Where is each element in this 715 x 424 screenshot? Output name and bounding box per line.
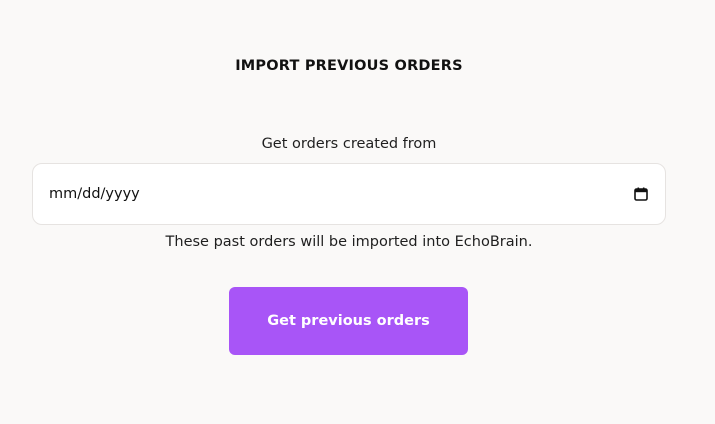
helper-text: These past orders will be imported into … — [165, 234, 533, 250]
import-orders-page: IMPORT PREVIOUS ORDERS Get orders create… — [0, 0, 715, 424]
date-input[interactable]: mm/dd/yyyy — [32, 163, 666, 225]
calendar-icon[interactable] — [633, 186, 649, 202]
date-field-label: Get orders created from — [261, 136, 437, 152]
date-input-placeholder[interactable]: mm/dd/yyyy — [49, 186, 633, 202]
page-title: IMPORT PREVIOUS ORDERS — [235, 58, 463, 74]
get-previous-orders-button[interactable]: Get previous orders — [229, 287, 468, 355]
